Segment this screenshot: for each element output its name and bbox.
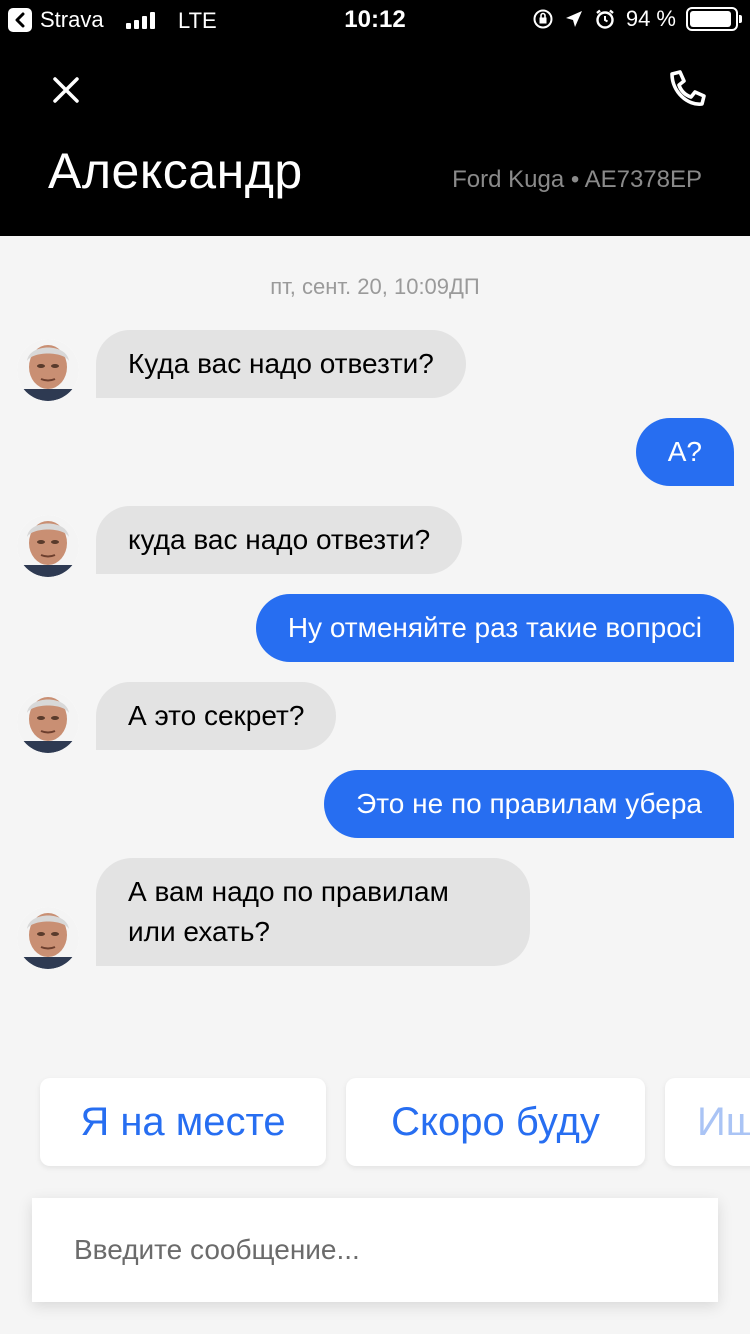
message-input[interactable]	[32, 1198, 718, 1302]
location-arrow-icon	[565, 11, 582, 27]
avatar	[17, 515, 79, 577]
car-info: Ford Kuga • AE7378EP	[452, 166, 702, 193]
quick-reply-button[interactable]: Скоро буду	[346, 1078, 645, 1166]
alarm-icon	[596, 9, 614, 29]
header: Strava LTE 10:12 94 % Александр Ford Kug…	[0, 0, 750, 236]
avatar	[17, 339, 79, 401]
message-outgoing: Это не по правилам убера	[324, 770, 734, 838]
avatar	[17, 691, 79, 753]
driver-name: Александр	[48, 143, 303, 199]
battery-percentage: 94 %	[625, 6, 676, 31]
message-outgoing: А?	[635, 418, 734, 486]
message-incoming: А это секрет?	[96, 682, 337, 750]
rotation-lock-icon	[533, 9, 553, 29]
phone-icon[interactable]	[666, 68, 706, 112]
quick-reply-button[interactable]: Я на месте	[40, 1078, 326, 1166]
chat-timestamp: пт, сент. 20, 10:09ДП	[270, 274, 480, 299]
message-incoming: Куда вас надо отвезти?	[96, 330, 466, 398]
message-incoming: А вам надо по правилам или ехать?	[96, 858, 530, 966]
message-outgoing: Ну отменяйте раз такие вопросі	[255, 594, 734, 662]
avatar	[17, 907, 79, 969]
message-incoming: куда вас надо отвезти?	[96, 506, 463, 574]
chat-screen: Strava LTE 10:12 94 % Александр Ford Kug…	[0, 0, 750, 1334]
quick-reply-button[interactable]: Ищ	[665, 1078, 750, 1166]
close-icon[interactable]	[46, 70, 86, 110]
battery-icon	[686, 7, 742, 31]
message-composer	[32, 1198, 718, 1302]
status-bar: Strava LTE 10:12 94 %	[0, 0, 750, 42]
